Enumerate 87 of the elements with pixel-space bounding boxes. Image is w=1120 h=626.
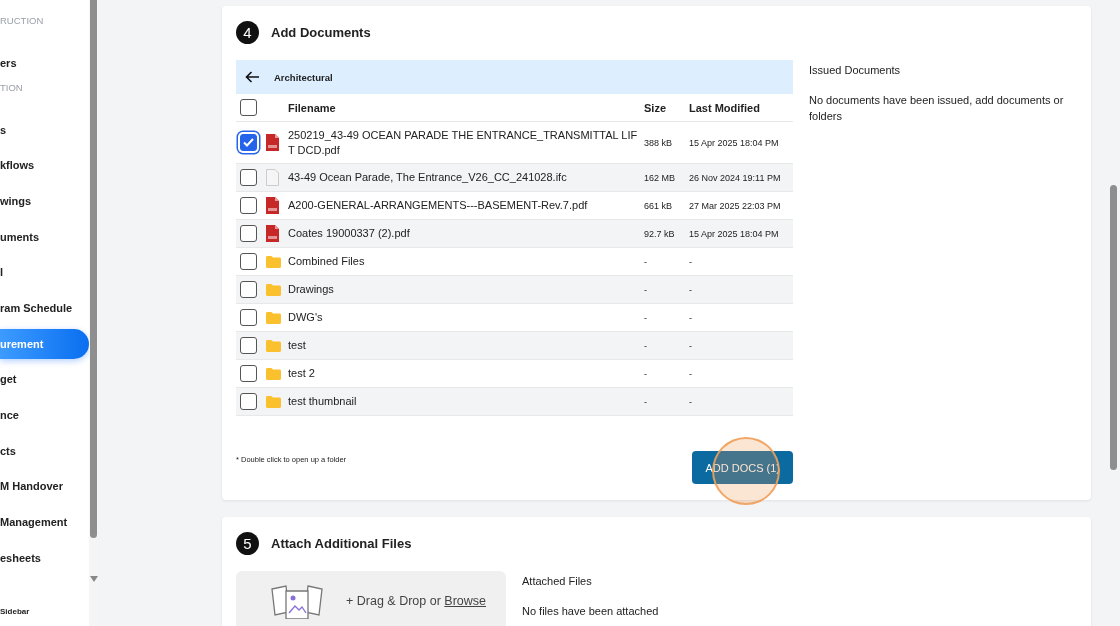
nav-section-label: RUCTION	[0, 15, 44, 26]
row-checkbox[interactable]	[240, 365, 257, 382]
scrollbar-thumb[interactable]	[1110, 185, 1117, 470]
column-header: Size	[644, 101, 667, 114]
section-title: Add Documents	[271, 25, 371, 40]
folder-icon	[266, 395, 281, 408]
empty-message: No documents have been issued, add documents or folders	[809, 93, 1065, 124]
modified-cell-text: -	[689, 312, 693, 323]
row-checkbox[interactable]	[240, 225, 257, 242]
modified-cell-text: 15 Apr 2025 18:04 PM	[689, 137, 780, 148]
nav-item[interactable]: s	[0, 111, 89, 148]
size-cell-text: -	[644, 312, 648, 323]
folder-icon	[266, 367, 281, 380]
size-cell-text: 162 MB	[644, 172, 677, 183]
filename-cell[interactable]: test 2	[288, 366, 644, 381]
modified-cell-text: -	[689, 340, 693, 351]
nav-item[interactable]: Management	[0, 504, 89, 540]
nav-item[interactable]: wings	[0, 183, 89, 219]
filename-cell[interactable]: test thumbnail	[288, 394, 644, 409]
row-checkbox[interactable]	[240, 134, 257, 151]
back-arrow-icon[interactable]	[245, 71, 260, 83]
size-cell-text: 92.7 kB	[644, 228, 676, 239]
nav-item[interactable]: M Handover	[0, 468, 89, 505]
folder-name: Architectural	[274, 71, 333, 83]
modified-cell-text: -	[689, 256, 693, 267]
filename-cell[interactable]: A200-GENERAL-ARRANGEMENTS---BASEMENT-Rev.7.pdf	[288, 198, 644, 213]
modified-cell-text: 15 Apr 2025 18:04 PM	[689, 228, 780, 239]
nav-item[interactable]: ers	[0, 45, 89, 81]
section-title: Attach Additional Files	[271, 536, 412, 551]
drop-zone[interactable]: + Drag & Drop or Browse	[236, 571, 506, 626]
size-cell-text: -	[644, 256, 648, 267]
nav-item[interactable]: l	[0, 254, 89, 291]
row-checkbox[interactable]	[240, 253, 257, 270]
scrollbar-thumb[interactable]	[90, 0, 97, 538]
column-header: Filename	[288, 101, 337, 114]
row-checkbox[interactable]	[240, 169, 257, 186]
pdf-file-icon	[266, 197, 279, 214]
modified-cell-text: -	[689, 368, 693, 379]
row-checkbox[interactable]	[240, 309, 257, 326]
filename-cell[interactable]: test	[288, 338, 644, 353]
nav-item[interactable]: esheets	[0, 539, 89, 576]
drop-instruction: + Drag & Drop or Browse	[346, 594, 486, 608]
row-checkbox[interactable]	[240, 393, 257, 410]
modified-cell-text: 26 Nov 2024 19:11 PM	[689, 172, 782, 183]
size-cell-text: 661 kB	[644, 200, 674, 211]
size-cell-text: -	[644, 284, 648, 295]
nav-section-label: TION	[0, 81, 23, 93]
modified-cell-text: -	[689, 284, 693, 295]
attached-files-title: Attached Files	[522, 574, 593, 589]
size-cell-text: -	[644, 340, 648, 351]
scroll-down-icon[interactable]	[90, 576, 98, 582]
row-checkbox[interactable]	[240, 197, 257, 214]
select-all-checkbox[interactable]	[240, 99, 257, 116]
file-icon	[266, 169, 279, 186]
filename-cell[interactable]: 43-49 Ocean Parade, The Entrance_V26_CC_241028.ifc	[288, 170, 644, 185]
nav-item[interactable]: ram Schedule	[0, 290, 89, 326]
empty-message: No files have been attached	[522, 604, 659, 619]
step-number: 5	[236, 532, 259, 555]
filename-cell[interactable]: DWG's	[288, 310, 644, 325]
nav-item[interactable]: uments	[0, 218, 89, 255]
size-cell-text: -	[644, 368, 648, 379]
issued-documents-title: Issued Documents	[809, 63, 902, 78]
filename-cell[interactable]: Drawings	[288, 282, 644, 297]
sidebar-toggle[interactable]: Sidebar	[0, 607, 30, 616]
column-header: Last Modified	[689, 101, 761, 114]
pdf-file-icon	[266, 225, 279, 242]
filename-cell[interactable]: Coates 19000337 (2).pdf	[288, 226, 644, 241]
size-cell-text: 388 kB	[644, 137, 674, 148]
nav-item[interactable]: get	[0, 361, 89, 398]
modified-cell-text: 27 Mar 2025 22:03 PM	[689, 200, 782, 211]
folder-icon	[266, 339, 281, 352]
folder-icon	[266, 311, 281, 324]
nav-item[interactable]: cts	[0, 432, 89, 469]
browse-link[interactable]: Browse	[444, 594, 486, 608]
nav-item[interactable]: nce	[0, 397, 89, 433]
nav-item[interactable]: kflows	[0, 147, 89, 184]
filename-cell[interactable]: 250219_43-49 OCEAN PARADE THE ENTRANCE_TRANSMITTAL LIFT DCD.pdf	[288, 127, 644, 158]
checkmark-icon	[243, 138, 254, 147]
filename-cell[interactable]: Combined Files	[288, 254, 644, 269]
modified-cell-text: -	[689, 396, 693, 407]
size-cell-text: -	[644, 396, 648, 407]
folder-icon	[266, 255, 281, 268]
pdf-file-icon	[266, 134, 279, 151]
folder-icon	[266, 283, 281, 296]
row-checkbox[interactable]	[240, 281, 257, 298]
row-checkbox[interactable]	[240, 337, 257, 354]
step-number: 4	[236, 21, 259, 44]
